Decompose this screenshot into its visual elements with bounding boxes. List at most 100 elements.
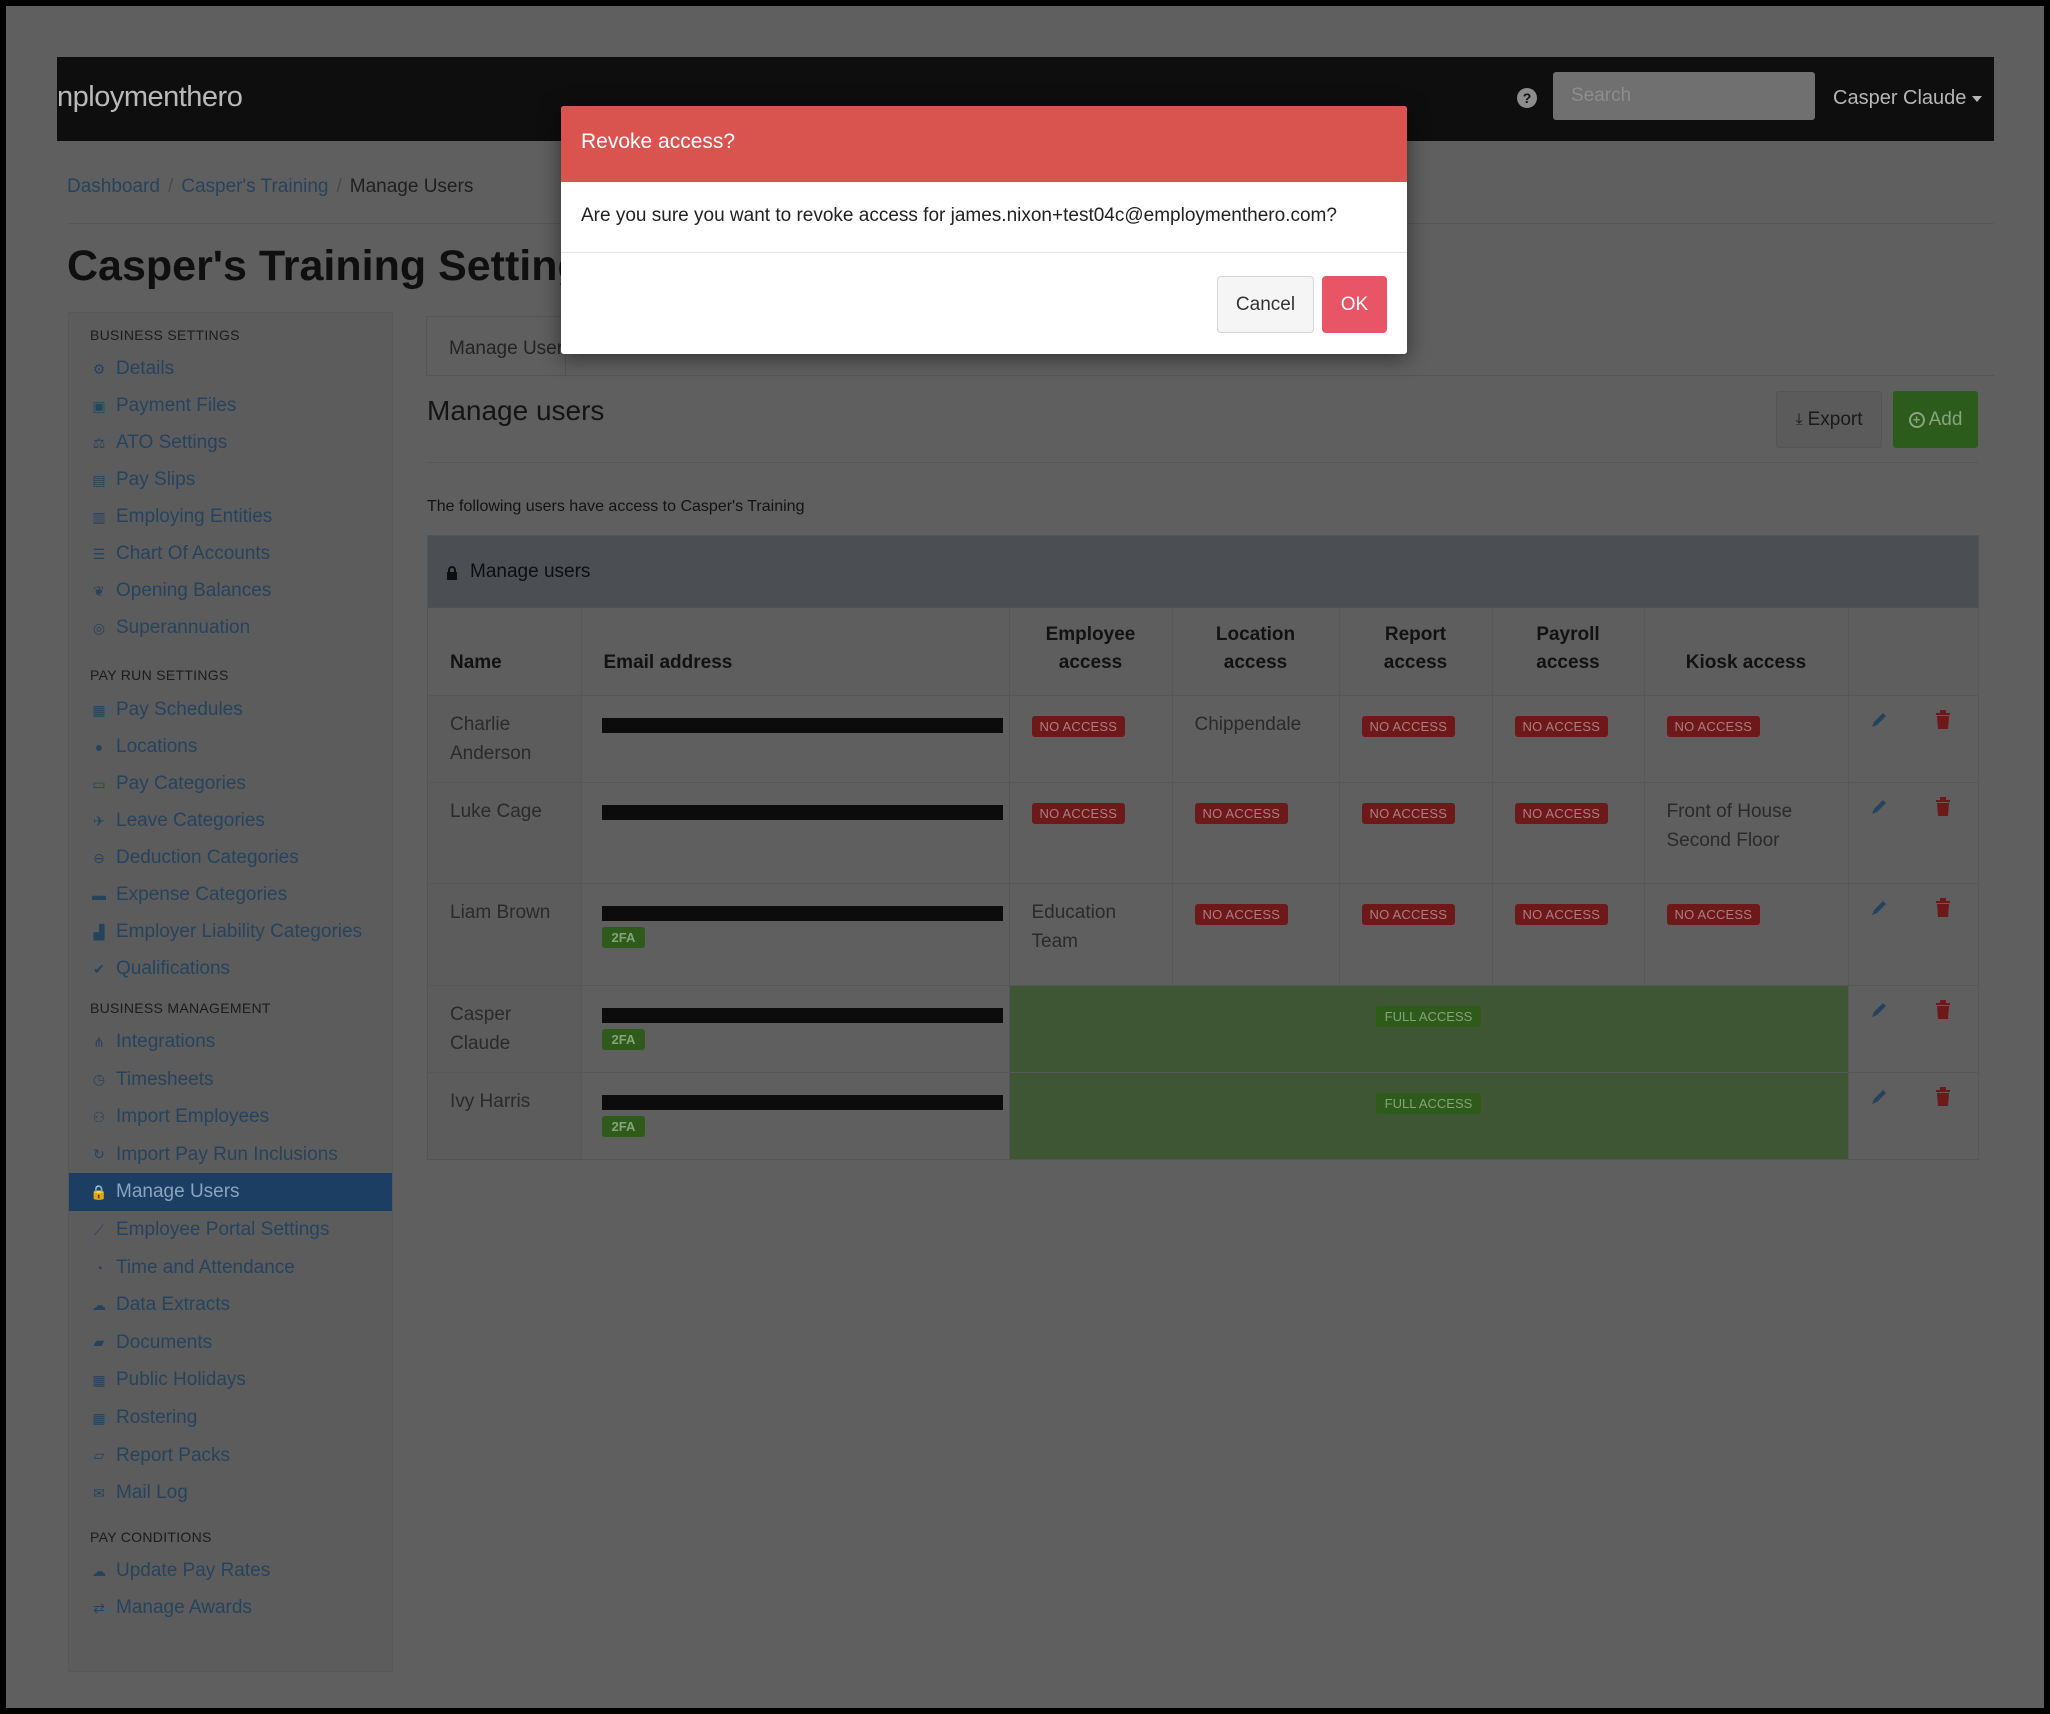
user-name: Casper Claude xyxy=(1833,87,1967,109)
panel-header: Manage users xyxy=(428,536,1978,608)
user-clock-icon: ◔ xyxy=(94,1259,104,1276)
section-title: Manage users xyxy=(427,395,605,426)
edit-icon[interactable] xyxy=(1869,797,1889,826)
table-row: Liam Brown 2FA Education Team NO ACCESS NO AC… xyxy=(428,882,1979,985)
trash-icon[interactable] xyxy=(1935,897,1951,927)
globe-icon: ● xyxy=(94,739,104,755)
sidebar-item-label: Time and Attendance xyxy=(116,1256,295,1278)
redacted-email xyxy=(601,1094,1003,1110)
sidebar-item-data-extracts[interactable]: ☁ Data Extracts xyxy=(69,1286,392,1324)
redacted-email xyxy=(601,804,1003,820)
sidebar-item-label: Import Employees xyxy=(116,1106,270,1128)
add-label: Add xyxy=(1928,408,1963,430)
ok-button[interactable]: OK xyxy=(1322,276,1387,333)
tab-manage-users[interactable]: Manage Users xyxy=(426,316,566,376)
col-employee-access-line1: Employee xyxy=(1045,623,1136,645)
help-icon[interactable]: ? xyxy=(1517,88,1537,108)
user-name-text: Liam Brown xyxy=(450,901,551,923)
sidebar-item-locations[interactable]: ● Locations xyxy=(69,728,392,766)
trash-icon[interactable] xyxy=(1935,999,1951,1029)
cell-report-access: NO ACCESS xyxy=(1339,882,1493,985)
sidebar-item-employee-portal-settings[interactable]: ⟋ Employee Portal Settings xyxy=(69,1211,392,1249)
sidebar-item-documents[interactable]: ▰ Documents xyxy=(69,1324,392,1362)
breadcrumb-dashboard[interactable]: Dashboard xyxy=(67,176,160,197)
table-header-row: Name Email address Employee access Locati… xyxy=(428,608,1979,695)
floppy-icon: ▣ xyxy=(92,397,106,414)
cell-actions xyxy=(1848,1071,1979,1159)
sidebar-item-pay-slips[interactable]: ▤ Pay Slips xyxy=(69,461,392,499)
sidebar-item-update-pay-rates[interactable]: ☁ Update Pay Rates xyxy=(69,1552,392,1590)
trash-icon[interactable] xyxy=(1935,709,1951,739)
cell-report-access: NO ACCESS xyxy=(1339,781,1493,883)
sidebar-item-expense-categories[interactable]: ▬ Expense Categories xyxy=(69,876,392,914)
list-icon: ☰ xyxy=(92,545,106,562)
sidebar-item-employing-entities[interactable]: ▥ Employing Entities xyxy=(69,498,392,536)
cell-email: 2FA xyxy=(581,882,1010,985)
edit-icon[interactable] xyxy=(1869,898,1889,927)
sidebar-item-public-holidays[interactable]: ▦ Public Holidays xyxy=(69,1361,392,1399)
cell-name: Ivy Harris xyxy=(428,1071,582,1159)
sidebar-item-rostering[interactable]: ▦ Rostering xyxy=(69,1399,392,1437)
col-location-access-line1: Location xyxy=(1215,623,1296,645)
sidebar-item-employer-liability-categories[interactable]: ▟ Employer Liability Categories xyxy=(69,913,392,951)
folder-open-icon: ▱ xyxy=(93,1447,105,1464)
cell-location-access: Chippendale xyxy=(1172,694,1340,782)
sidebar-item-payment-files[interactable]: ▣ Payment Files xyxy=(69,387,392,425)
intro-text: The following users have access to Caspe… xyxy=(427,498,805,515)
col-location-access: Location access xyxy=(1172,608,1340,695)
breadcrumb-business[interactable]: Casper's Training xyxy=(181,176,328,197)
export-button[interactable]: ⤓ Export xyxy=(1776,391,1882,448)
sidebar-item-label: Mail Log xyxy=(116,1482,188,1504)
leaf-icon: ❦ xyxy=(93,582,105,599)
sidebar-item-integrations[interactable]: ⋔ Integrations xyxy=(69,1023,392,1061)
sidebar-item-import-employees[interactable]: ⚇ Import Employees xyxy=(69,1098,392,1136)
sidebar-item-qualifications[interactable]: ✔ Qualifications xyxy=(69,950,392,988)
sidebar-item-manage-awards[interactable]: ⇄ Manage Awards xyxy=(69,1589,392,1627)
wand-icon: ⟋ xyxy=(94,1221,104,1238)
sidebar-item-deduction-categories[interactable]: ⊖ Deduction Categories xyxy=(69,839,392,877)
trash-icon[interactable] xyxy=(1935,796,1951,826)
redacted-email xyxy=(601,1007,1003,1023)
edit-icon[interactable] xyxy=(1869,1000,1889,1029)
no-access-badge: NO ACCESS xyxy=(1666,715,1761,737)
sidebar-item-ato-settings[interactable]: ⚖ ATO Settings xyxy=(69,424,392,462)
export-label: Export xyxy=(1807,408,1863,430)
edit-icon[interactable] xyxy=(1869,1087,1889,1116)
sidebar-item-timesheets[interactable]: ◷ Timesheets xyxy=(69,1061,392,1099)
sidebar-item-report-packs[interactable]: ▱ Report Packs xyxy=(69,1437,392,1475)
sidebar-item-import-pay-run-inclusions[interactable]: ↻ Import Pay Run Inclusions xyxy=(69,1136,392,1174)
sidebar-item-pay-schedules[interactable]: ▦ Pay Schedules xyxy=(69,691,392,729)
add-user-button[interactable]: + Add xyxy=(1893,391,1978,448)
col-employee-access-line2: access xyxy=(1058,651,1123,673)
brand-logo[interactable]: nploymenthero xyxy=(57,81,243,114)
two-fa-badge: 2FA xyxy=(601,926,646,948)
cancel-button[interactable]: Cancel xyxy=(1217,276,1314,333)
sidebar-item-mail-log[interactable]: ✉ Mail Log xyxy=(69,1474,392,1512)
cloud-download-icon: ☁ xyxy=(92,1296,106,1313)
lock-icon xyxy=(447,566,457,580)
two-fa-badge: 2FA xyxy=(601,1028,646,1050)
sidebar-item-superannuation[interactable]: ◎ Superannuation xyxy=(69,609,392,647)
edit-icon[interactable] xyxy=(1869,710,1889,739)
modal-message: Are you sure you want to revoke access f… xyxy=(581,205,1337,226)
user-menu[interactable]: Casper Claude xyxy=(1833,87,1983,110)
sidebar-item-opening-balances[interactable]: ❦ Opening Balances xyxy=(69,572,392,610)
sidebar-item-pay-categories[interactable]: ▭ Pay Categories xyxy=(69,765,392,803)
search-input[interactable] xyxy=(1553,72,1815,120)
divider xyxy=(427,462,1978,463)
user-name-text: Ivy Harris xyxy=(450,1090,531,1112)
no-access-badge: NO ACCESS xyxy=(1514,802,1609,824)
sidebar-item-details[interactable]: ⚙ Details xyxy=(69,350,392,388)
calendar-icon: ▦ xyxy=(92,1371,106,1388)
envelope-icon: ✉ xyxy=(93,1484,105,1501)
sidebar-item-leave-categories[interactable]: ✈ Leave Categories xyxy=(69,802,392,840)
no-access-badge: NO ACCESS xyxy=(1361,802,1456,824)
trash-icon[interactable] xyxy=(1935,1086,1951,1116)
sidebar-item-time-and-attendance[interactable]: ◔ Time and Attendance xyxy=(69,1249,392,1287)
table-body: Charlie Anderson NO ACCESS Chippendale NO AC… xyxy=(428,694,1979,1159)
sidebar-item-manage-users[interactable]: 🔒 Manage Users xyxy=(69,1173,392,1212)
sidebar-item-label: Report Packs xyxy=(116,1444,231,1466)
sidebar-item-chart-of-accounts[interactable]: ☰ Chart Of Accounts xyxy=(69,535,392,573)
cell-employee-access: Education Team xyxy=(1009,882,1173,985)
cell-actions xyxy=(1848,781,1979,883)
